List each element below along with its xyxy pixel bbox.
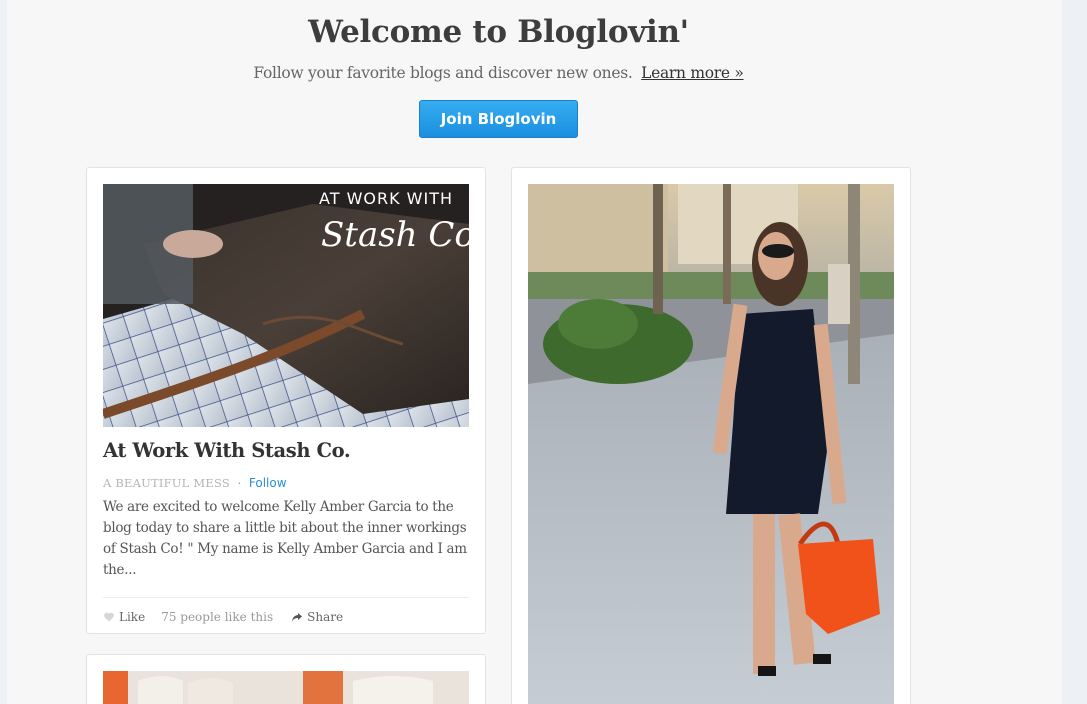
learn-more-link[interactable]: Learn more » — [641, 64, 744, 82]
join-button[interactable]: Join Bloglovin — [419, 100, 578, 138]
post-card — [511, 167, 911, 704]
post-image[interactable]: AT WORK WITH Stash Co. — [103, 184, 469, 427]
like-button[interactable]: Like — [103, 610, 145, 624]
post-image[interactable] — [103, 671, 469, 704]
post-title[interactable]: At Work With Stash Co. — [103, 439, 351, 462]
leather-bag-photo: AT WORK WITH Stash Co. — [103, 184, 469, 427]
share-icon — [292, 613, 303, 622]
follow-link[interactable]: Follow — [249, 476, 287, 490]
overlay-text-top: AT WORK WITH — [319, 189, 453, 208]
like-label: Like — [119, 610, 146, 624]
post-actions: Like 75 people like this Share — [103, 610, 343, 624]
blog-name[interactable]: A BEAUTIFUL MESS — [103, 476, 230, 490]
post-card: AT WORK WITH Stash Co. At Work With Stas… — [86, 167, 486, 634]
hero-subtitle: Follow your favorite blogs and discover … — [7, 64, 990, 82]
post-meta: A BEAUTIFUL MESS · Follow — [103, 476, 287, 490]
likes-count[interactable]: 75 people like this — [161, 610, 273, 624]
post-photo — [103, 671, 469, 704]
share-label: Share — [307, 610, 344, 624]
heart-icon — [104, 612, 114, 622]
hero-subtitle-text: Follow your favorite blogs and discover … — [253, 64, 633, 82]
overlay-text-brand: Stash Co. — [321, 215, 469, 255]
page: Welcome to Bloglovin' Follow your favori… — [7, 0, 1062, 704]
page-title: Welcome to Bloglovin' — [308, 14, 689, 50]
share-button[interactable]: Share — [291, 610, 343, 624]
meta-separator: · — [237, 476, 242, 490]
post-card — [86, 654, 486, 704]
post-image[interactable] — [528, 184, 894, 704]
street-fashion-photo — [528, 184, 894, 704]
post-excerpt: We are excited to welcome Kelly Amber Ga… — [103, 499, 467, 578]
divider — [103, 597, 469, 598]
